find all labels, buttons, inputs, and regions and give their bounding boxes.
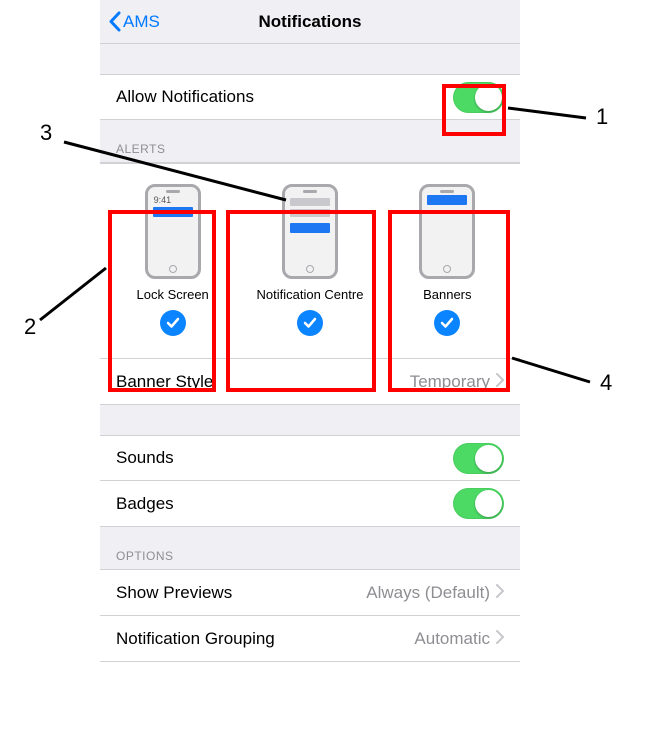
alert-type-banners[interactable]: Banners <box>387 178 507 344</box>
annotation-label-3: 3 <box>40 120 52 146</box>
banner-style-row[interactable]: Banner Style Temporary <box>100 359 520 405</box>
back-label: AMS <box>123 12 160 32</box>
settings-screen: AMS Notifications Allow Notifications AL… <box>100 0 520 662</box>
allow-notifications-toggle[interactable] <box>453 82 504 113</box>
show-previews-value: Always (Default) <box>366 583 490 603</box>
banners-preview-icon <box>419 184 475 279</box>
chevron-right-icon <box>496 629 504 649</box>
annotation-label-2: 2 <box>24 314 36 340</box>
notification-grouping-row[interactable]: Notification Grouping Automatic <box>100 616 520 662</box>
banner-style-value: Temporary <box>410 372 490 392</box>
lock-screen-preview-icon: 9:41 <box>145 184 201 279</box>
alert-type-lock-screen[interactable]: 9:41 Lock Screen <box>113 178 233 344</box>
back-button[interactable]: AMS <box>108 11 160 32</box>
show-previews-label: Show Previews <box>116 583 232 603</box>
banner-style-label: Banner Style <box>116 372 213 392</box>
chevron-left-icon <box>108 11 121 32</box>
sounds-toggle[interactable] <box>453 443 504 474</box>
notification-grouping-label: Notification Grouping <box>116 629 275 649</box>
chevron-right-icon <box>496 372 504 392</box>
notification-grouping-value: Automatic <box>414 629 490 649</box>
checkmark-icon[interactable] <box>297 310 323 336</box>
chevron-right-icon <box>496 583 504 603</box>
badges-label: Badges <box>116 494 174 514</box>
alert-types-row: 9:41 Lock Screen Notification Centre <box>100 163 520 359</box>
allow-notifications-row[interactable]: Allow Notifications <box>100 74 520 120</box>
sounds-row[interactable]: Sounds <box>100 435 520 481</box>
alert-type-label: Notification Centre <box>257 287 364 302</box>
options-header: OPTIONS <box>100 527 520 570</box>
alert-type-notification-centre[interactable]: Notification Centre <box>250 178 370 344</box>
preview-clock: 9:41 <box>148 195 198 205</box>
badges-toggle[interactable] <box>453 488 504 519</box>
page-title: Notifications <box>259 12 362 32</box>
checkmark-icon[interactable] <box>160 310 186 336</box>
checkmark-icon[interactable] <box>434 310 460 336</box>
alerts-header: ALERTS <box>100 120 520 163</box>
notification-centre-preview-icon <box>282 184 338 279</box>
navbar: AMS Notifications <box>100 0 520 44</box>
sounds-label: Sounds <box>116 448 174 468</box>
alert-type-label: Banners <box>423 287 471 302</box>
badges-row[interactable]: Badges <box>100 481 520 527</box>
alert-type-label: Lock Screen <box>137 287 209 302</box>
annotation-label-4: 4 <box>600 370 612 396</box>
show-previews-row[interactable]: Show Previews Always (Default) <box>100 570 520 616</box>
annotation-label-1: 1 <box>596 104 608 130</box>
allow-notifications-label: Allow Notifications <box>116 87 254 107</box>
